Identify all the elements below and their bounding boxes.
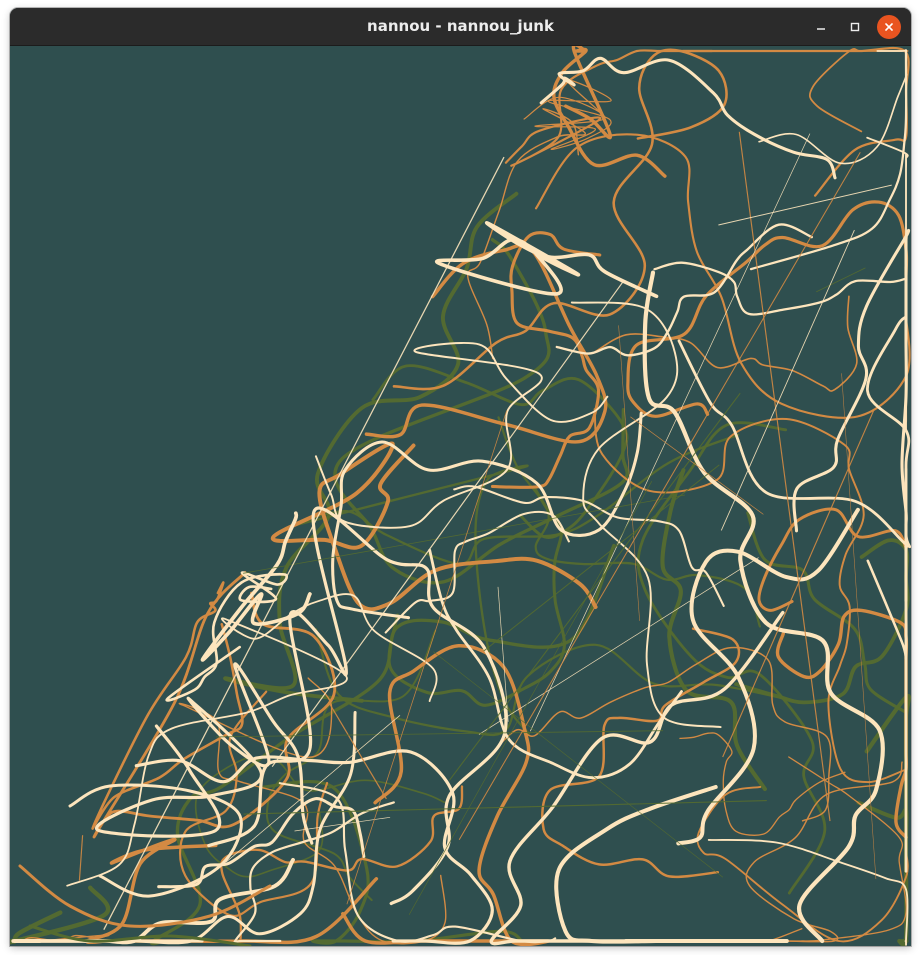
thin-streak xyxy=(327,701,387,800)
scribble-stroke xyxy=(489,610,785,946)
minimize-button[interactable] xyxy=(809,15,833,39)
thin-streak xyxy=(720,229,855,531)
scribble-stroke xyxy=(808,48,909,133)
thin-streak xyxy=(294,816,391,832)
thin-streak xyxy=(458,151,861,840)
minimize-icon xyxy=(817,27,825,30)
title-bar[interactable]: nannou - nannou_junk xyxy=(10,8,911,46)
scribble-stroke xyxy=(68,783,243,898)
app-window: nannou - nannou_junk xyxy=(10,8,911,946)
thin-streak xyxy=(408,481,653,915)
close-button[interactable] xyxy=(877,14,901,39)
drawing-canvas[interactable] xyxy=(10,46,911,946)
window-controls xyxy=(809,8,901,45)
scribble-stroke xyxy=(864,693,911,946)
thin-streak xyxy=(346,410,508,905)
scribble-stroke xyxy=(364,243,608,444)
scribble-stroke xyxy=(745,761,903,943)
scribble-stroke xyxy=(856,800,909,884)
thin-streak xyxy=(718,184,892,226)
scribble-stroke xyxy=(66,593,438,887)
maximize-icon xyxy=(850,22,860,31)
close-icon xyxy=(885,22,893,31)
generative-art xyxy=(10,46,911,946)
scribble-stroke xyxy=(676,507,860,846)
thin-streak xyxy=(78,835,84,881)
maximize-button[interactable] xyxy=(843,15,867,39)
scribble-stroke xyxy=(866,467,908,660)
window-title: nannou - nannou_junk xyxy=(367,17,554,35)
